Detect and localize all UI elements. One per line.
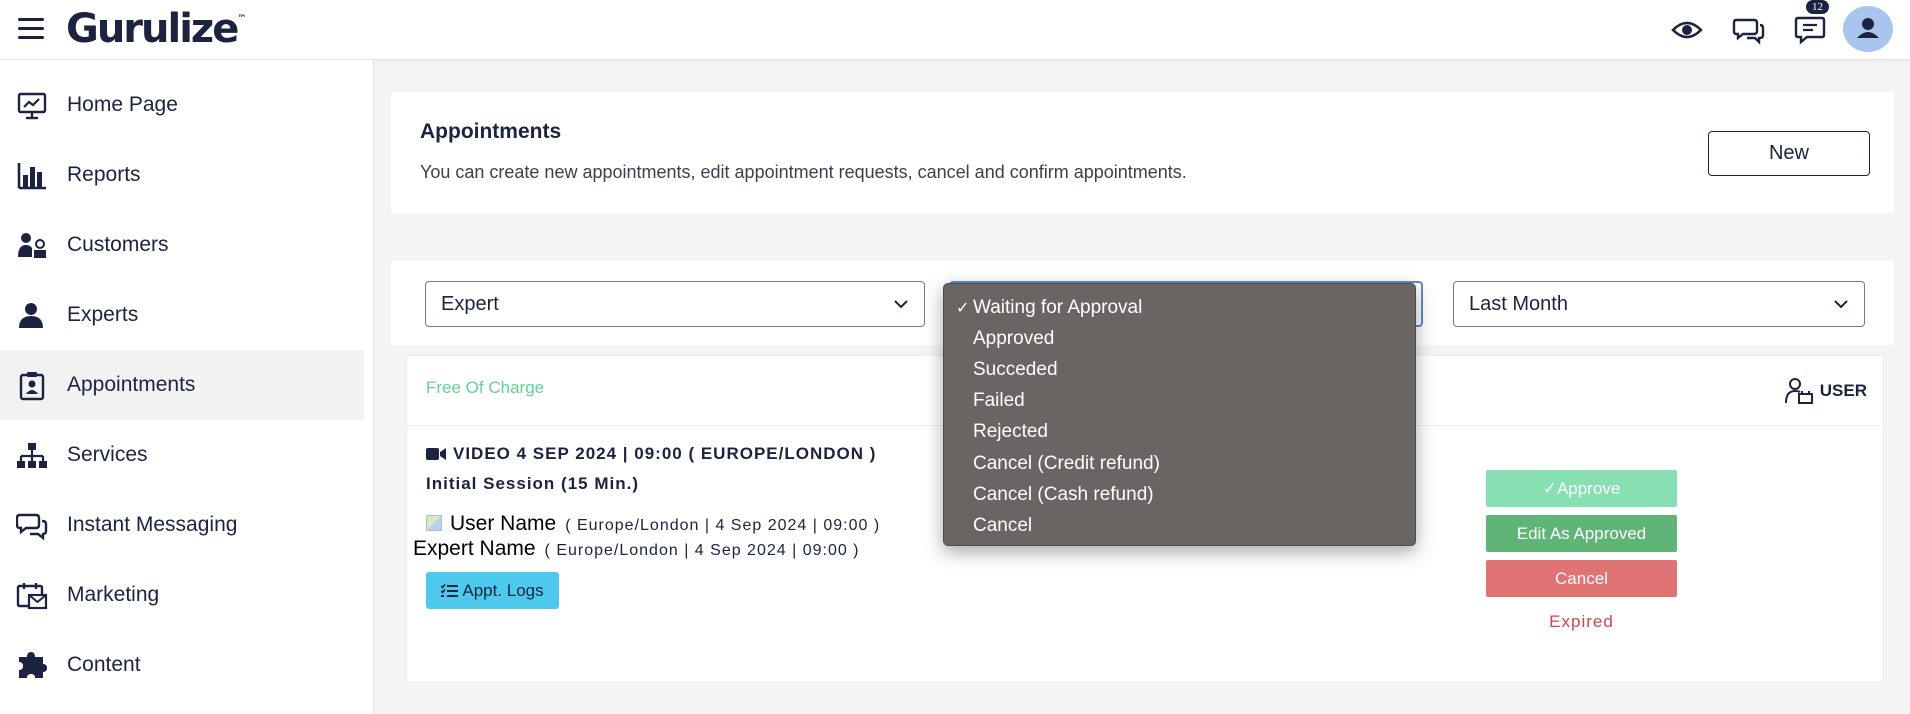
dropdown-option[interactable]: Cancel (Cash refund) — [944, 479, 1415, 510]
avatar[interactable] — [1843, 6, 1893, 52]
period-select-value: Last Month — [1469, 292, 1568, 315]
page-description: You can create new appointments, edit ap… — [420, 162, 1187, 182]
video-camera-icon — [426, 448, 446, 460]
expert-select[interactable]: Expert — [425, 281, 925, 327]
notification-badge: 12 — [1806, 0, 1829, 14]
sidebar-item-services[interactable]: Services — [0, 420, 364, 490]
user-icon — [19, 303, 43, 328]
sidebar-item-content[interactable]: Content — [0, 630, 364, 700]
dropdown-option[interactable]: Succeded — [944, 354, 1415, 385]
edit-as-approved-button[interactable]: Edit As Approved — [1486, 515, 1677, 552]
sidebar-item-instant-messaging[interactable]: Instant Messaging — [0, 490, 364, 560]
list-check-icon — [441, 583, 459, 597]
chat-bubbles-icon[interactable] — [1732, 14, 1766, 46]
message-icon[interactable] — [1794, 14, 1828, 46]
dropdown-option[interactable]: Cancel — [944, 510, 1415, 541]
expert-name: Expert Name — [413, 537, 536, 560]
option-label: Rejected — [973, 421, 1048, 443]
expert-select-value: Expert — [441, 292, 499, 315]
clipboard-user-icon — [19, 372, 45, 401]
sidebar-item-label: Home Page — [67, 93, 178, 116]
option-label: Cancel (Credit refund) — [973, 452, 1160, 474]
option-label: Waiting for Approval — [973, 296, 1143, 318]
eye-icon[interactable] — [1670, 14, 1704, 46]
puzzle-icon — [19, 652, 47, 678]
chevron-down-icon — [894, 300, 908, 309]
appointment-datetime: VIDEO 4 SEP 2024 | 09:00 ( EUROPE/LONDON… — [426, 444, 876, 464]
dropdown-option[interactable]: Rejected — [944, 417, 1415, 448]
user-badge-icon — [1784, 378, 1813, 404]
sidebar: Home Page Reports Customers Experts Appo… — [0, 60, 374, 714]
session-type: Initial Session (15 Min.) — [426, 474, 639, 493]
dropdown-option[interactable]: Failed — [944, 386, 1415, 417]
sidebar-item-reports[interactable]: Reports — [0, 140, 364, 210]
sidebar-item-label: Services — [67, 443, 148, 466]
customers-icon — [18, 233, 46, 258]
sidebar-item-marketing[interactable]: Marketing — [0, 560, 364, 630]
sidebar-item-label: Reports — [67, 163, 141, 186]
sidebar-item-label: Marketing — [67, 583, 160, 606]
sidebar-item-label: Instant Messaging — [67, 513, 238, 536]
sidebar-item-label: Appointments — [67, 373, 196, 396]
appointments-header-card: Appointments You can create new appointm… — [391, 92, 1894, 213]
sidebar-item-label: Content — [67, 653, 141, 676]
user-row: User Name ( Europe/London | 4 Sep 2024 |… — [426, 512, 880, 536]
check-icon: ✓ — [956, 299, 970, 317]
user-icon — [1857, 18, 1879, 38]
period-select[interactable]: Last Month — [1453, 281, 1865, 327]
monitor-chart-icon — [17, 92, 47, 120]
user-name: User Name — [450, 512, 557, 535]
logo[interactable]: Gurulize™ — [66, 6, 246, 52]
menu-icon[interactable] — [18, 18, 44, 40]
bar-chart-icon — [17, 163, 46, 190]
sidebar-item-label: Customers — [67, 233, 169, 256]
option-label: Cancel — [973, 514, 1033, 536]
pricing-label: Free Of Charge — [426, 378, 545, 397]
approve-button[interactable]: ✓Approve — [1486, 470, 1677, 507]
user-time-meta: ( Europe/London | 4 Sep 2024 | 09:00 ) — [565, 517, 881, 534]
dropdown-option[interactable]: ✓ Waiting for Approval — [944, 292, 1415, 323]
sidebar-item-label: Experts — [67, 303, 139, 326]
expert-time-meta: ( Europe/London | 4 Sep 2024 | 09:00 ) — [544, 542, 860, 559]
appointment-logs-button[interactable]: Appt. Logs — [426, 572, 559, 609]
sidebar-item-customers[interactable]: Customers — [0, 210, 364, 280]
dropdown-option[interactable]: Cancel (Credit refund) — [944, 448, 1415, 479]
sitemap-icon — [17, 443, 47, 468]
logs-label: Appt. Logs — [462, 580, 544, 600]
expert-row: Expert Name ( Europe/London | 4 Sep 2024… — [413, 537, 860, 561]
option-label: Approved — [973, 327, 1055, 349]
option-label: Failed — [973, 390, 1025, 412]
page-title: Appointments — [420, 120, 562, 143]
sidebar-item-experts[interactable]: Experts — [0, 280, 364, 350]
status-dropdown-menu: ✓ Waiting for Approval Approved Succeded… — [943, 283, 1416, 546]
sidebar-item-appointments[interactable]: Appointments — [0, 350, 364, 420]
chat-bubbles-icon — [16, 513, 48, 541]
option-label: Cancel (Cash refund) — [973, 483, 1154, 505]
user-role-tag: USER — [1784, 376, 1867, 406]
status-badge: Expired — [1549, 612, 1614, 631]
calendar-mail-icon — [16, 583, 48, 610]
role-tag-label: USER — [1819, 381, 1867, 400]
top-bar: Gurulize™ 12 — [0, 0, 1910, 60]
new-appointment-button[interactable]: New — [1708, 131, 1870, 176]
dropdown-option[interactable]: Approved — [944, 323, 1415, 354]
cancel-button[interactable]: Cancel — [1486, 560, 1677, 597]
option-label: Succeded — [973, 358, 1058, 380]
chevron-down-icon — [1834, 300, 1848, 309]
user-photo — [426, 515, 442, 531]
appointment-datetime-text: VIDEO 4 SEP 2024 | 09:00 ( EUROPE/LONDON… — [453, 444, 877, 463]
sidebar-item-home-page[interactable]: Home Page — [0, 70, 364, 140]
